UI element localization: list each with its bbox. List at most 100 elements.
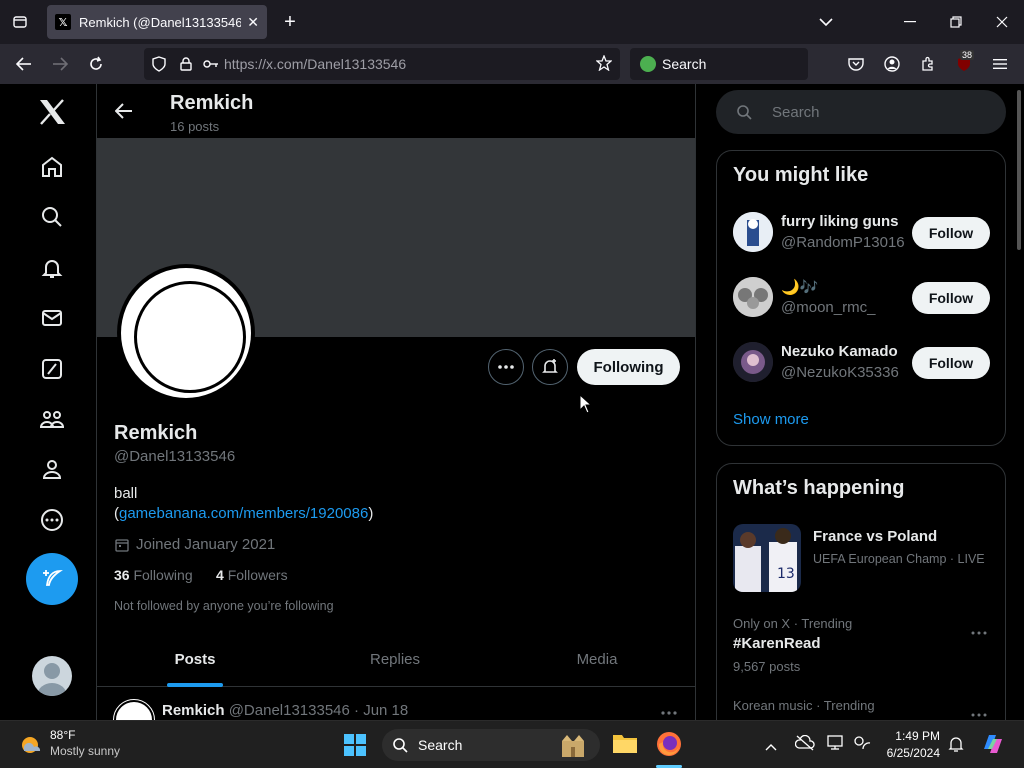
taskbar-date: 6/25/2024 <box>886 746 940 760</box>
trend-item[interactable]: Only on X · Trending #KarenRead 9,567 po… <box>717 616 1005 676</box>
following-count-link[interactable]: 36 Following <box>114 567 193 583</box>
follow-button[interactable]: Follow <box>912 282 990 314</box>
network-icon[interactable] <box>853 735 871 756</box>
extensions-icon[interactable] <box>918 54 938 74</box>
more-circle-icon[interactable] <box>30 498 74 542</box>
follow-button[interactable]: Follow <box>912 347 990 379</box>
restore-icon[interactable] <box>944 12 968 32</box>
cloud-offline-icon[interactable] <box>794 734 815 756</box>
close-window-icon[interactable] <box>990 12 1014 32</box>
account-avatar[interactable] <box>32 656 72 696</box>
back-arrow-icon[interactable] <box>111 98 137 124</box>
menu-icon[interactable] <box>990 54 1010 74</box>
page-scrollbar-thumb[interactable] <box>1017 90 1021 250</box>
event-thumbnail[interactable]: 13 <box>733 524 801 592</box>
whats-happening-card: What’s happening 13 France vs Poland UEF… <box>716 463 1006 743</box>
suggestion-name: 🌙🎶 <box>781 279 819 296</box>
account-icon[interactable] <box>882 54 902 74</box>
post-more-icon[interactable] <box>660 702 678 720</box>
x-logo-icon[interactable] <box>30 90 74 134</box>
suggestion-item[interactable]: Nezuko Kamado @NezukoK35336 Follow <box>717 339 1005 387</box>
profile-icon[interactable] <box>30 447 74 491</box>
more-options-button[interactable] <box>488 349 524 385</box>
weather-sun-icon[interactable] <box>18 731 44 762</box>
tab-replies[interactable]: Replies <box>297 632 493 687</box>
trend-event-item[interactable]: 13 France vs Poland UEFA European Champ … <box>717 524 1005 594</box>
chevron-down-icon[interactable] <box>814 12 838 32</box>
address-bar[interactable]: https://x.com/Danel13133546 <box>144 48 620 80</box>
search-engine-icon <box>640 56 656 72</box>
trend-name: #KarenRead <box>733 635 821 652</box>
new-tab-icon[interactable]: + <box>278 11 302 33</box>
suggestion-item[interactable]: 🌙🎶 @moon_rmc_ Follow <box>717 274 1005 322</box>
pocket-icon[interactable] <box>846 54 866 74</box>
following-button[interactable]: Following <box>577 349 680 385</box>
trend-count: 9,567 posts <box>733 659 801 674</box>
messages-mail-icon[interactable] <box>30 296 74 340</box>
you-might-like-card: You might like furry liking guns @Random… <box>716 150 1006 446</box>
copilot-icon[interactable] <box>980 731 1006 762</box>
profile-tabs: Posts Replies Media <box>97 632 695 687</box>
suggestion-name: furry liking guns <box>781 213 899 230</box>
suggestion-handle: @RandomP13016 <box>781 234 905 251</box>
post-item[interactable]: Remkich @Danel13133546 · Jun 18 <box>97 688 695 720</box>
grok-icon[interactable] <box>30 347 74 391</box>
svg-text:13: 13 <box>777 566 795 582</box>
trend-context: Only on X · Trending <box>733 616 853 631</box>
tab-posts[interactable]: Posts <box>97 632 293 687</box>
tab-list-icon[interactable] <box>8 12 32 32</box>
shield-icon[interactable] <box>144 56 174 72</box>
key-icon[interactable] <box>198 59 224 69</box>
tray-chevron-up-icon[interactable] <box>765 738 777 756</box>
firefox-icon[interactable] <box>655 730 683 763</box>
communities-icon[interactable] <box>30 397 74 441</box>
display-icon[interactable] <box>827 735 845 756</box>
notify-bell-button[interactable] <box>532 349 568 385</box>
notification-bell-icon[interactable] <box>948 735 964 758</box>
browser-tab-active[interactable]: 𝕏 Remkich (@Danel13133546) / X ✕ <box>47 5 267 39</box>
post-avatar[interactable] <box>113 699 155 720</box>
profile-bio: ball <box>114 485 138 502</box>
extension-badge: 38 <box>960 50 975 60</box>
forward-icon[interactable] <box>48 54 72 74</box>
explore-search-icon[interactable] <box>30 195 74 239</box>
suggestion-item[interactable]: furry liking guns @RandomP13016 Follow <box>717 209 1005 257</box>
show-more-link[interactable]: Show more <box>733 411 809 428</box>
profile-avatar[interactable] <box>117 264 255 402</box>
suggestion-avatar[interactable] <box>733 212 773 252</box>
compose-post-button[interactable] <box>26 553 78 605</box>
taskbar-search[interactable]: Search <box>382 729 600 761</box>
event-title: France vs Poland <box>813 528 938 545</box>
profile-display-name: Remkich <box>114 422 198 444</box>
bio-link[interactable]: gamebanana.com/members/1920086 <box>119 505 368 522</box>
file-explorer-icon[interactable] <box>612 731 638 760</box>
windows-start-icon[interactable] <box>343 733 367 762</box>
reload-icon[interactable] <box>84 54 108 74</box>
profile-handle: @Danel13133546 <box>114 448 236 465</box>
suggestion-avatar[interactable] <box>733 277 773 317</box>
bookmark-star-icon[interactable] <box>595 54 613 74</box>
you-might-like-title: You might like <box>733 164 869 186</box>
suggestion-name: Nezuko Kamado <box>781 343 898 360</box>
x-search-input[interactable]: Search <box>716 90 1006 134</box>
notifications-bell-icon[interactable] <box>30 246 74 290</box>
browser-search-box[interactable]: Search <box>630 48 808 80</box>
bell-plus-icon <box>542 359 558 373</box>
followers-count-link[interactable]: 4 Followers <box>216 567 288 583</box>
bio-paren-close: ) <box>368 505 374 522</box>
trend-more-icon[interactable] <box>971 622 987 640</box>
follow-button[interactable]: Follow <box>912 217 990 249</box>
close-tab-icon[interactable]: ✕ <box>247 14 259 31</box>
taskbar-time: 1:49 PM <box>895 729 940 743</box>
post-author[interactable]: Remkich <box>162 702 225 719</box>
back-icon[interactable] <box>12 54 36 74</box>
x-search-placeholder: Search <box>772 103 820 121</box>
suggestion-handle: @moon_rmc_ <box>781 299 876 316</box>
weather-temp: 88°F <box>50 728 76 742</box>
suggestion-avatar[interactable] <box>733 342 773 382</box>
home-icon[interactable] <box>30 145 74 189</box>
minimize-icon[interactable] <box>898 12 922 32</box>
tab-media[interactable]: Media <box>497 632 695 687</box>
lock-icon[interactable] <box>174 57 198 71</box>
post-meta: @Danel13133546 · Jun 18 <box>228 702 409 719</box>
